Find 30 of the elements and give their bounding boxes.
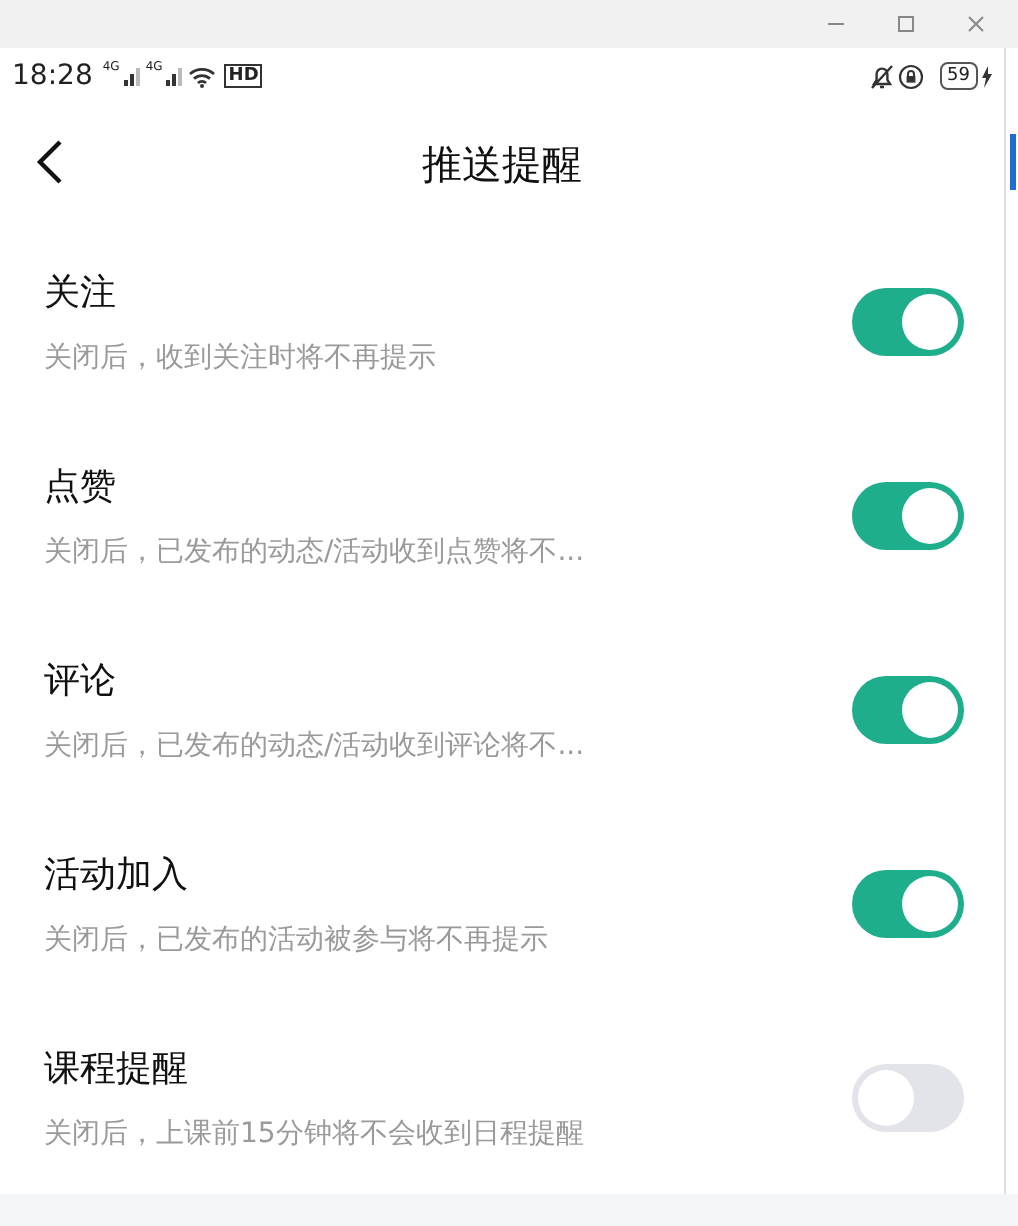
toggle-switch[interactable] [852, 869, 964, 937]
signal-icon [123, 66, 142, 86]
setting-title: 点赞 [44, 463, 118, 509]
back-icon [36, 138, 64, 186]
toggle-switch[interactable] [852, 481, 964, 549]
charging-icon [982, 65, 992, 87]
setting-description: 关闭后，已发布的动态/活动收到点赞将不... [44, 533, 587, 569]
battery-level: 59 [939, 62, 978, 90]
bell-off-icon [869, 63, 894, 89]
setting-title: 关注 [44, 269, 118, 315]
lock-rotation-icon [897, 63, 924, 89]
page-title: 推送提醒 [422, 137, 582, 191]
hd-label: HD [224, 64, 263, 88]
scroll-indicator [1010, 134, 1016, 190]
status-time: 18:28 [12, 60, 93, 92]
setting-description: 关闭后，收到关注时将不再提示 [44, 339, 438, 375]
setting-title: 活动加入 [44, 851, 190, 897]
wifi-icon [188, 65, 217, 87]
setting-title: 课程提醒 [44, 1045, 190, 1091]
toggle-switch[interactable] [852, 287, 964, 355]
toggle-switch[interactable] [852, 675, 964, 743]
back-button[interactable] [36, 138, 64, 186]
setting-title: 评论 [44, 657, 118, 703]
setting-description: 关闭后，上课前15分钟将不会收到日程提醒 [44, 1115, 586, 1151]
toggle-switch[interactable] [852, 1063, 964, 1131]
signal-icon [166, 66, 185, 86]
setting-description: 关闭后，已发布的活动被参与将不再提示 [44, 921, 550, 957]
setting-description: 关闭后，已发布的动态/活动收到评论将不... [44, 727, 587, 763]
maximize-icon[interactable] [896, 14, 916, 34]
close-icon[interactable] [966, 14, 986, 34]
